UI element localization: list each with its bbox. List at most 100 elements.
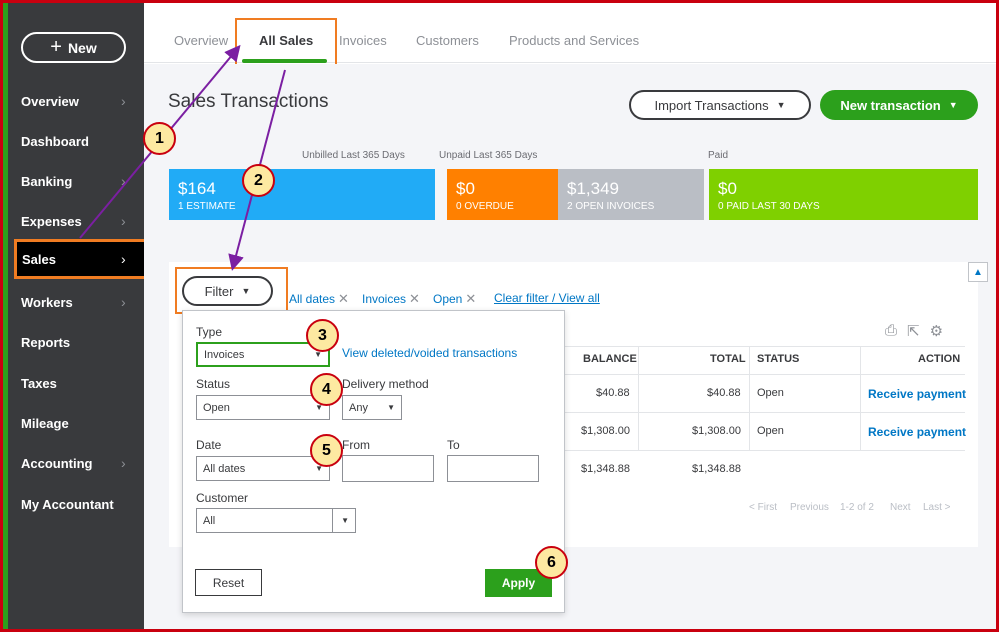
new-transaction-button[interactable]: New transaction ▼ xyxy=(820,90,978,120)
caret-down-icon: ▼ xyxy=(776,100,786,110)
caret-down-icon: ▼ xyxy=(387,403,395,412)
col-header-action: ACTION xyxy=(918,353,961,365)
import-transactions-label: Import Transactions xyxy=(654,97,769,113)
to-label: To xyxy=(447,438,460,452)
col-header-balance[interactable]: BALANCE xyxy=(583,353,637,365)
chip-label: Invoices xyxy=(362,292,407,306)
tab-customers[interactable]: Customers xyxy=(416,33,479,48)
from-date-input[interactable] xyxy=(342,455,434,482)
customer-label: Customer xyxy=(196,491,249,505)
paid-tile[interactable]: $0 0 PAID LAST 30 DAYS xyxy=(709,169,978,220)
pager-last[interactable]: Last > xyxy=(923,502,951,513)
pager-first[interactable]: < First xyxy=(749,502,777,513)
sidebar-item-label: Workers xyxy=(21,294,73,310)
total-amount: $1,348.88 xyxy=(692,463,741,475)
overdue-amount: $0 xyxy=(456,179,475,198)
sidebar: + New Overview › Dashboard Banking › Expen… xyxy=(8,3,149,629)
open-invoices-sub: 2 OPEN INVOICES xyxy=(567,201,655,212)
new-button-label: New xyxy=(67,39,97,56)
type-select-value: Invoices xyxy=(204,348,245,361)
import-transactions-button[interactable]: Import Transactions ▼ xyxy=(629,90,811,120)
estimate-tile[interactable]: $164 1 ESTIMATE xyxy=(169,169,435,220)
step-badge-3: 3 xyxy=(306,319,339,352)
col-header-status[interactable]: STATUS xyxy=(757,353,799,365)
print-icon[interactable]: ⎙ xyxy=(885,322,897,340)
sidebar-item-dashboard[interactable]: Dashboard xyxy=(8,121,144,161)
sidebar-item-mileage[interactable]: Mileage xyxy=(8,403,144,443)
sidebar-item-label: Overview xyxy=(21,93,79,109)
customer-select[interactable]: All ▼ xyxy=(196,508,356,533)
filter-chip-type[interactable]: Invoices ✕ xyxy=(362,291,420,307)
delivery-method-value: Any xyxy=(349,401,368,414)
col-header-total[interactable]: TOTAL xyxy=(710,353,746,365)
clear-filter-link[interactable]: Clear filter / View all xyxy=(494,291,600,305)
total-balance: $1,348.88 xyxy=(581,463,630,475)
receive-payment-link[interactable]: Receive payment xyxy=(868,387,966,401)
chevron-right-icon: › xyxy=(121,251,126,267)
overdue-tile[interactable]: $0 0 OVERDUE xyxy=(447,169,558,220)
export-icon[interactable]: ⇱ xyxy=(907,322,920,340)
gear-icon[interactable]: ⚙ xyxy=(930,322,943,340)
to-date-input[interactable] xyxy=(447,455,539,482)
sidebar-item-overview[interactable]: Overview › xyxy=(8,81,144,121)
sidebar-item-accounting[interactable]: Accounting › xyxy=(8,443,144,483)
filter-chip-status[interactable]: Open ✕ xyxy=(433,291,476,307)
column-divider xyxy=(860,346,861,451)
sidebar-item-taxes[interactable]: Taxes xyxy=(8,363,144,403)
chip-label: Open xyxy=(433,292,463,306)
filter-button[interactable]: Filter ▼ xyxy=(182,276,273,306)
row-divider xyxy=(565,450,965,451)
unpaid-label: Unpaid Last 365 Days xyxy=(439,150,538,161)
column-divider xyxy=(638,346,639,451)
paid-label: Paid xyxy=(708,150,729,161)
pager-next[interactable]: Next xyxy=(890,502,911,513)
filter-label: Filter xyxy=(204,283,234,299)
chevron-right-icon: › xyxy=(121,294,126,310)
all-sales-highlight-box xyxy=(235,18,337,69)
sidebar-item-reports[interactable]: Reports xyxy=(8,322,144,362)
overdue-sub: 0 OVERDUE xyxy=(456,201,514,212)
filter-chip-dates[interactable]: All dates ✕ xyxy=(289,291,349,307)
chevron-right-icon: › xyxy=(121,93,126,109)
status-select[interactable]: Open ▼ xyxy=(196,395,330,420)
page-title: Sales Transactions xyxy=(168,91,329,112)
delivery-method-select[interactable]: Any ▼ xyxy=(342,395,402,420)
close-icon[interactable]: ✕ xyxy=(338,291,349,306)
table-cell-balance: $1,308.00 xyxy=(581,425,630,437)
sidebar-item-expenses[interactable]: Expenses › xyxy=(8,201,144,241)
from-label: From xyxy=(342,438,370,452)
sidebar-item-sales[interactable]: Sales › xyxy=(14,239,149,279)
step-badge-6: 6 xyxy=(535,546,568,579)
status-label: Status xyxy=(196,377,231,391)
select-divider xyxy=(332,509,333,532)
pager-previous[interactable]: Previous xyxy=(790,502,829,513)
chip-label: All dates xyxy=(289,292,336,306)
tab-invoices[interactable]: Invoices xyxy=(339,33,387,48)
sidebar-item-workers[interactable]: Workers › xyxy=(8,282,144,322)
view-deleted-link[interactable]: View deleted/voided transactions xyxy=(342,346,517,360)
close-icon[interactable]: ✕ xyxy=(409,291,420,306)
collapse-up-icon[interactable]: ▲ xyxy=(968,262,988,282)
sidebar-item-banking[interactable]: Banking › xyxy=(8,161,144,201)
reset-button[interactable]: Reset xyxy=(195,569,262,596)
chevron-right-icon: › xyxy=(121,455,126,471)
step-badge-5: 5 xyxy=(310,434,343,467)
new-transaction-label: New transaction xyxy=(840,97,941,113)
type-label: Type xyxy=(196,325,223,339)
caret-down-icon: ▼ xyxy=(948,100,958,110)
tab-products-and-services[interactable]: Products and Services xyxy=(509,33,639,48)
sidebar-item-label: Reports xyxy=(21,334,71,350)
tab-overview[interactable]: Overview xyxy=(174,33,228,48)
table-cell-status: Open xyxy=(757,425,784,437)
date-select[interactable]: All dates ▼ xyxy=(196,456,330,481)
new-button[interactable]: + New xyxy=(21,32,126,63)
estimate-amount: $164 xyxy=(178,179,216,198)
open-invoices-tile[interactable]: $1,349 2 OPEN INVOICES xyxy=(558,169,704,220)
receive-payment-link[interactable]: Receive payment xyxy=(868,425,966,439)
sidebar-item-label: My Accountant xyxy=(21,496,114,512)
table-cell-balance: $40.88 xyxy=(596,387,630,399)
sidebar-item-label: Banking xyxy=(21,173,73,189)
sidebar-item-my-accountant[interactable]: My Accountant xyxy=(8,484,144,524)
close-icon[interactable]: ✕ xyxy=(465,291,476,306)
sidebar-item-label: Sales xyxy=(22,251,56,267)
